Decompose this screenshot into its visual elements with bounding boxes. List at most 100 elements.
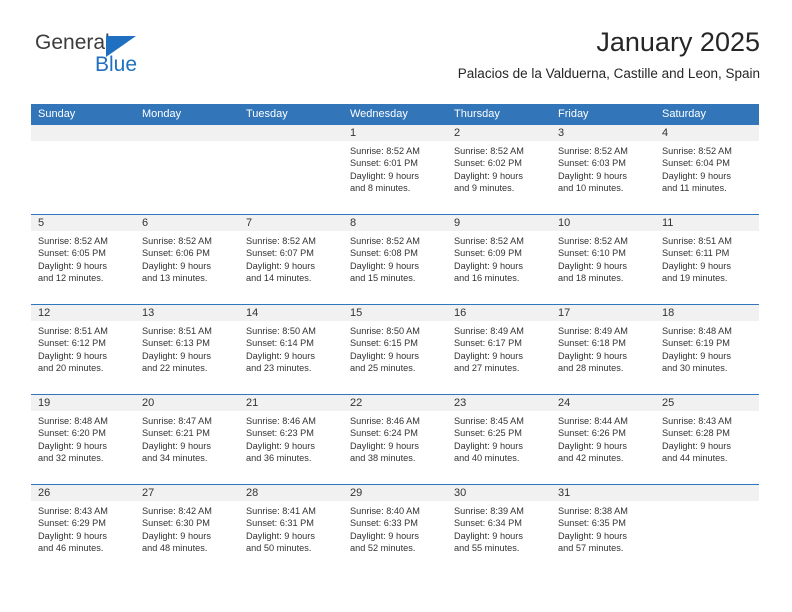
sunrise-text: Sunrise: 8:40 AM: [350, 506, 420, 516]
sunrise-text: Sunrise: 8:52 AM: [350, 236, 420, 246]
day-cell[interactable]: 6 Sunrise: 8:52 AM Sunset: 6:06 PM Daylight…: [135, 215, 239, 304]
day-cell[interactable]: 9 Sunrise: 8:52 AM Sunset: 6:09 PM Daylight…: [447, 215, 551, 304]
day-cell[interactable]: 23 Sunrise: 8:45 AM Sunset: 6:25 PM Dayligh…: [447, 395, 551, 484]
daylight-text-line1: Daylight: 9 hours: [38, 350, 107, 361]
logo-text-blue: Blue: [95, 53, 138, 76]
daylight-text-line2: and 12 minutes.: [38, 272, 104, 283]
daylight-text-line2: and 27 minutes.: [454, 362, 520, 373]
sunset-text: Sunset: 6:20 PM: [38, 428, 106, 439]
day-number: 19: [31, 395, 135, 411]
sunrise-text: Sunrise: 8:52 AM: [38, 236, 108, 246]
sunrise-text: Sunrise: 8:44 AM: [558, 416, 628, 426]
sunrise-text: Sunrise: 8:52 AM: [142, 236, 212, 246]
day-cell[interactable]: 31 Sunrise: 8:38 AM Sunset: 6:35 PM Dayligh…: [551, 485, 655, 574]
day-cell[interactable]: 3 Sunrise: 8:52 AM Sunset: 6:03 PM Daylight…: [551, 125, 655, 214]
sunrise-text: Sunrise: 8:52 AM: [350, 146, 420, 156]
sunrise-text: Sunrise: 8:50 AM: [350, 326, 420, 336]
day-cell[interactable]: 5 Sunrise: 8:52 AM Sunset: 6:05 PM Daylight…: [31, 215, 135, 304]
calendar-grid: Sunday Monday Tuesday Wednesday Thursday…: [31, 104, 759, 574]
sunset-text: Sunset: 6:01 PM: [350, 158, 418, 169]
daylight-text-line2: and 46 minutes.: [38, 542, 104, 553]
sunset-text: Sunset: 6:30 PM: [142, 518, 210, 529]
day-cell[interactable]: 4 Sunrise: 8:52 AM Sunset: 6:04 PM Daylight…: [655, 125, 759, 214]
day-cell[interactable]: 19 Sunrise: 8:48 AM Sunset: 6:20 PM Dayligh…: [31, 395, 135, 484]
day-cell[interactable]: 11 Sunrise: 8:51 AM Sunset: 6:11 PM Dayligh…: [655, 215, 759, 304]
day-details: Sunrise: 8:52 AM Sunset: 6:06 PM Daylight:…: [135, 231, 239, 284]
daylight-text-line1: Daylight: 9 hours: [350, 170, 419, 181]
day-cell[interactable]: 13 Sunrise: 8:51 AM Sunset: 6:13 PM Dayligh…: [135, 305, 239, 394]
daylight-text-line1: Daylight: 9 hours: [350, 350, 419, 361]
daylight-text-line2: and 40 minutes.: [454, 452, 520, 463]
sunrise-text: Sunrise: 8:52 AM: [558, 146, 628, 156]
day-number: 28: [239, 485, 343, 501]
daylight-text-line2: and 11 minutes.: [662, 182, 727, 193]
sunset-text: Sunset: 6:17 PM: [454, 338, 522, 349]
weekday-header-monday: Monday: [142, 108, 182, 120]
day-cell[interactable]: 24 Sunrise: 8:44 AM Sunset: 6:26 PM Dayligh…: [551, 395, 655, 484]
general-blue-logo[interactable]: General Blue: [35, 32, 175, 84]
sunset-text: Sunset: 6:18 PM: [558, 338, 626, 349]
day-number: 3: [551, 125, 655, 141]
sunset-text: Sunset: 6:15 PM: [350, 338, 418, 349]
day-cell[interactable]: 18 Sunrise: 8:48 AM Sunset: 6:19 PM Dayligh…: [655, 305, 759, 394]
weekday-header-wednesday: Wednesday: [350, 108, 408, 120]
day-number: 31: [551, 485, 655, 501]
title-block: January 2025 Palacios de la Valduerna, C…: [458, 26, 760, 82]
day-cell[interactable]: 25 Sunrise: 8:43 AM Sunset: 6:28 PM Dayligh…: [655, 395, 759, 484]
daylight-text-line2: and 36 minutes.: [246, 452, 312, 463]
day-cell[interactable]: 16 Sunrise: 8:49 AM Sunset: 6:17 PM Dayligh…: [447, 305, 551, 394]
sunrise-text: Sunrise: 8:52 AM: [454, 236, 524, 246]
daylight-text-line1: Daylight: 9 hours: [454, 440, 523, 451]
sunrise-text: Sunrise: 8:46 AM: [246, 416, 316, 426]
day-cell[interactable]: 30 Sunrise: 8:39 AM Sunset: 6:34 PM Dayligh…: [447, 485, 551, 574]
day-cell-empty: [239, 125, 343, 214]
week-row: 26 Sunrise: 8:43 AM Sunset: 6:29 PM Dayligh…: [31, 484, 759, 574]
day-number: 1: [343, 125, 447, 141]
day-cell[interactable]: 10 Sunrise: 8:52 AM Sunset: 6:10 PM Dayligh…: [551, 215, 655, 304]
day-cell[interactable]: 26 Sunrise: 8:43 AM Sunset: 6:29 PM Dayligh…: [31, 485, 135, 574]
day-cell[interactable]: 1 Sunrise: 8:52 AM Sunset: 6:01 PM Daylight…: [343, 125, 447, 214]
day-number: 10: [551, 215, 655, 231]
day-cell[interactable]: 29 Sunrise: 8:40 AM Sunset: 6:33 PM Dayligh…: [343, 485, 447, 574]
sunrise-text: Sunrise: 8:47 AM: [142, 416, 212, 426]
sunset-text: Sunset: 6:19 PM: [662, 338, 730, 349]
day-details: Sunrise: 8:51 AM Sunset: 6:13 PM Daylight:…: [135, 321, 239, 374]
daylight-text-line1: Daylight: 9 hours: [662, 350, 731, 361]
daylight-text-line2: and 14 minutes.: [246, 272, 312, 283]
daylight-text-line1: Daylight: 9 hours: [454, 260, 523, 271]
day-cell[interactable]: 27 Sunrise: 8:42 AM Sunset: 6:30 PM Dayligh…: [135, 485, 239, 574]
day-cell[interactable]: 21 Sunrise: 8:46 AM Sunset: 6:23 PM Dayligh…: [239, 395, 343, 484]
daylight-text-line1: Daylight: 9 hours: [454, 530, 523, 541]
sunset-text: Sunset: 6:31 PM: [246, 518, 314, 529]
day-number: 6: [135, 215, 239, 231]
day-number: 8: [343, 215, 447, 231]
day-number: 13: [135, 305, 239, 321]
sunrise-text: Sunrise: 8:52 AM: [454, 146, 524, 156]
week-row: 12 Sunrise: 8:51 AM Sunset: 6:12 PM Dayligh…: [31, 304, 759, 394]
day-cell[interactable]: 20 Sunrise: 8:47 AM Sunset: 6:21 PM Dayligh…: [135, 395, 239, 484]
day-cell[interactable]: 14 Sunrise: 8:50 AM Sunset: 6:14 PM Dayligh…: [239, 305, 343, 394]
sunrise-text: Sunrise: 8:51 AM: [38, 326, 108, 336]
daylight-text-line2: and 28 minutes.: [558, 362, 624, 373]
daylight-text-line2: and 10 minutes.: [558, 182, 624, 193]
daylight-text-line1: Daylight: 9 hours: [246, 530, 315, 541]
day-cell[interactable]: 2 Sunrise: 8:52 AM Sunset: 6:02 PM Daylight…: [447, 125, 551, 214]
day-cell-empty: [655, 485, 759, 574]
day-details: Sunrise: 8:49 AM Sunset: 6:17 PM Daylight:…: [447, 321, 551, 374]
sunrise-text: Sunrise: 8:50 AM: [246, 326, 316, 336]
sunrise-text: Sunrise: 8:45 AM: [454, 416, 524, 426]
day-cell[interactable]: 12 Sunrise: 8:51 AM Sunset: 6:12 PM Dayligh…: [31, 305, 135, 394]
day-cell[interactable]: 15 Sunrise: 8:50 AM Sunset: 6:15 PM Dayligh…: [343, 305, 447, 394]
day-cell[interactable]: 17 Sunrise: 8:49 AM Sunset: 6:18 PM Dayligh…: [551, 305, 655, 394]
daylight-text-line2: and 42 minutes.: [558, 452, 624, 463]
day-cell[interactable]: 8 Sunrise: 8:52 AM Sunset: 6:08 PM Daylight…: [343, 215, 447, 304]
day-number: 20: [135, 395, 239, 411]
day-number: 9: [447, 215, 551, 231]
day-details: Sunrise: 8:52 AM Sunset: 6:03 PM Daylight:…: [551, 141, 655, 194]
daylight-text-line1: Daylight: 9 hours: [142, 530, 211, 541]
day-cell[interactable]: 7 Sunrise: 8:52 AM Sunset: 6:07 PM Daylight…: [239, 215, 343, 304]
daylight-text-line2: and 16 minutes.: [454, 272, 520, 283]
day-cell[interactable]: 22 Sunrise: 8:46 AM Sunset: 6:24 PM Dayligh…: [343, 395, 447, 484]
day-cell[interactable]: 28 Sunrise: 8:41 AM Sunset: 6:31 PM Dayligh…: [239, 485, 343, 574]
daylight-text-line1: Daylight: 9 hours: [558, 440, 627, 451]
